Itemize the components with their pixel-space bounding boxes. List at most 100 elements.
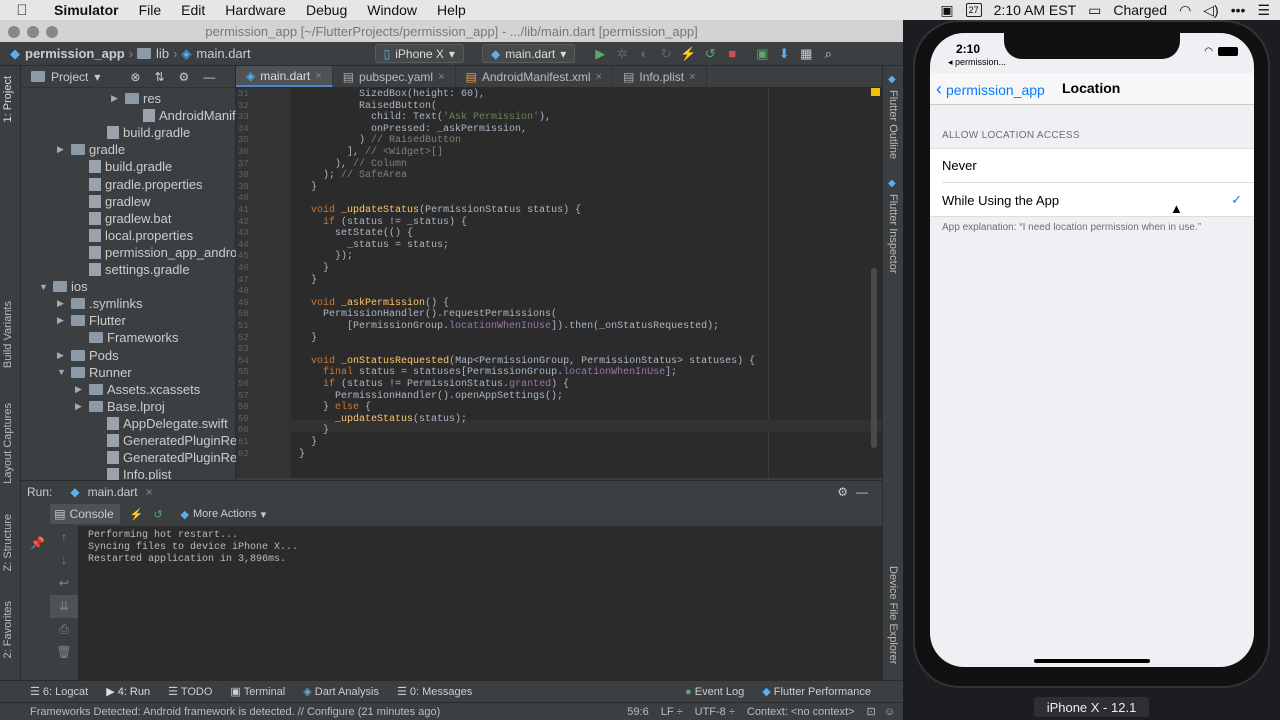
soft-wrap-icon[interactable]: ↩ (50, 572, 78, 595)
list-icon[interactable]: ☰ (1257, 2, 1270, 19)
tree-item[interactable]: local.properties (75, 227, 193, 244)
close-icon[interactable]: × (596, 71, 602, 83)
code-line[interactable]: RaisedButton( (299, 101, 437, 113)
structure-icon[interactable]: ▦ (795, 46, 817, 62)
menu-edit[interactable]: Edit (171, 2, 215, 18)
inspector-icon[interactable]: ☺ (884, 706, 895, 718)
code-line[interactable]: } (299, 333, 317, 345)
code-line[interactable]: PermissionHandler().openAppSettings(); (299, 391, 563, 403)
hide-icon[interactable]: — (856, 485, 868, 499)
caret-position[interactable]: 59:6 (627, 706, 648, 718)
run-icon[interactable]: ▶ (589, 46, 611, 62)
hot-reload-icon[interactable]: ⚡ (677, 46, 699, 62)
code-line[interactable]: void _updateStatus(PermissionStatus stat… (299, 205, 581, 217)
home-indicator[interactable] (1034, 659, 1150, 663)
code-line[interactable]: ); // SafeArea (299, 170, 407, 182)
status-message[interactable]: Frameworks Detected: Android framework i… (30, 706, 440, 718)
chevron-down-icon[interactable]: ▾ (94, 70, 100, 84)
collapsed-arrow-icon[interactable]: ▶ (57, 350, 67, 361)
tab-layout-captures[interactable]: Layout Captures (2, 403, 14, 484)
context-indicator[interactable]: Context: <no context> (747, 706, 855, 718)
menu-window[interactable]: Window (357, 2, 427, 18)
expanded-arrow-icon[interactable]: ▼ (39, 282, 49, 292)
profile-icon[interactable]: ↻ (655, 46, 677, 62)
tree-item[interactable]: build.gradle (93, 124, 190, 141)
nav-back-button[interactable]: ‹ permission_app (936, 79, 1045, 100)
tree-item[interactable]: Frameworks (75, 329, 179, 346)
code-line[interactable]: PermissionHandler().requestPermissions( (299, 309, 557, 321)
tab-event-log[interactable]: ● Event Log (685, 686, 744, 698)
lock-icon[interactable]: ⊡ (867, 705, 876, 718)
hot-reload-icon[interactable]: ⚡ (130, 508, 144, 521)
debug-icon[interactable]: ✲ (611, 46, 633, 62)
back-to-app-link[interactable]: ◂ permission... (948, 57, 1006, 68)
collapsed-arrow-icon[interactable]: ▶ (75, 401, 85, 412)
code-line[interactable]: } (299, 263, 329, 275)
close-icon[interactable]: × (315, 70, 321, 82)
code-line[interactable]: _status = status; (299, 240, 449, 252)
scroll-to-end-icon[interactable]: ⇊ (50, 595, 78, 618)
volume-icon[interactable]: ◁) (1203, 2, 1218, 19)
device-selector[interactable]: ▯ iPhone X ▾ (374, 44, 464, 63)
console-output[interactable]: Performing hot restart... Syncing files … (78, 526, 882, 680)
code-line[interactable]: }); (299, 251, 353, 263)
code-line[interactable]: final status = statuses[PermissionGroup.… (299, 367, 677, 379)
stop-icon[interactable]: ■ (721, 46, 743, 61)
code-line[interactable]: setState(() { (299, 228, 413, 240)
hot-restart-icon[interactable]: ↺ (699, 46, 721, 62)
tab-project[interactable]: 1: Project (2, 76, 14, 122)
tree-item[interactable]: ▶ .symlinks (57, 295, 142, 312)
code-line[interactable]: [PermissionGroup.locationWhenInUse]).the… (299, 321, 719, 333)
code-line[interactable]: } (299, 275, 317, 287)
tree-item[interactable]: AppDelegate.swift (93, 415, 228, 432)
tab-favorites[interactable]: 2: Favorites (2, 601, 14, 658)
menu-debug[interactable]: Debug (296, 2, 357, 18)
more-icon[interactable]: ••• (1231, 2, 1246, 18)
locate-icon[interactable]: ⊗ (130, 70, 140, 84)
code-line[interactable]: _updateStatus(status); (299, 414, 467, 426)
close-icon[interactable]: × (146, 485, 153, 499)
code-line[interactable]: ), // Column (299, 159, 407, 171)
code-line[interactable]: if (status != PermissionStatus.granted) … (299, 379, 569, 391)
breadcrumb-lib[interactable]: lib (133, 46, 173, 61)
code-line[interactable]: SizedBox(height: 60), (299, 89, 485, 101)
menu-app-name[interactable]: Simulator (44, 2, 129, 18)
project-view-selector[interactable]: Project (51, 70, 88, 84)
tree-item[interactable]: ▼ Runner (57, 364, 132, 381)
tree-item[interactable]: ▶ Assets.xcassets (75, 381, 200, 398)
tree-item[interactable]: Info.plist (93, 466, 171, 480)
calendar-icon[interactable]: 27 (965, 3, 982, 17)
line-separator[interactable]: LF ÷ (661, 706, 683, 718)
more-actions-button[interactable]: ◆ More Actions ▾ (181, 508, 267, 521)
code-line[interactable]: child: Text('Ask Permission'), (299, 112, 551, 124)
console-tab[interactable]: ▤ Console (48, 504, 120, 524)
tree-item[interactable]: ▶ Flutter (57, 312, 126, 329)
tab-flutter-inspector[interactable]: Flutter Inspector (887, 194, 899, 273)
close-icon[interactable]: × (689, 71, 695, 83)
collapse-icon[interactable]: ⇅ (154, 70, 164, 84)
tree-item[interactable]: GeneratedPluginRegistrant.h (93, 432, 236, 449)
code-line[interactable]: } (299, 425, 329, 437)
collapsed-arrow-icon[interactable]: ▶ (57, 315, 67, 326)
battery-icon[interactable]: ▭ (1088, 2, 1101, 19)
tree-item[interactable]: ▶ Pods (57, 347, 119, 364)
screen-record-icon[interactable]: ▣ (940, 2, 953, 19)
tab-structure[interactable]: Z: Structure (2, 514, 14, 571)
code-line[interactable]: void _onStatusRequested(Map<PermissionGr… (299, 356, 755, 368)
search-icon[interactable]: ⌕ (817, 46, 839, 62)
code-line[interactable]: if (status != _status) { (299, 217, 467, 229)
tree-item[interactable]: gradlew (75, 193, 151, 210)
tab-build-variants[interactable]: Build Variants (2, 301, 14, 368)
hot-restart-icon[interactable]: ↺ (153, 508, 162, 521)
tree-item[interactable]: ▼ ios (39, 278, 88, 295)
tree-item[interactable]: permission_app_android (75, 244, 236, 261)
tree-item[interactable]: ▶ Base.lproj (75, 398, 165, 415)
code-line[interactable]: } (299, 437, 317, 449)
pin-icon[interactable]: 📌 (30, 536, 45, 550)
code-line[interactable]: ], // <Widget>[] (299, 147, 443, 159)
collapsed-arrow-icon[interactable]: ▶ (75, 384, 85, 395)
menu-file[interactable]: File (129, 2, 172, 18)
tab-pubspec[interactable]: ▤ pubspec.yaml × (333, 66, 456, 87)
collapsed-arrow-icon[interactable]: ▶ (111, 93, 121, 104)
minimize-window-icon[interactable] (27, 26, 39, 38)
